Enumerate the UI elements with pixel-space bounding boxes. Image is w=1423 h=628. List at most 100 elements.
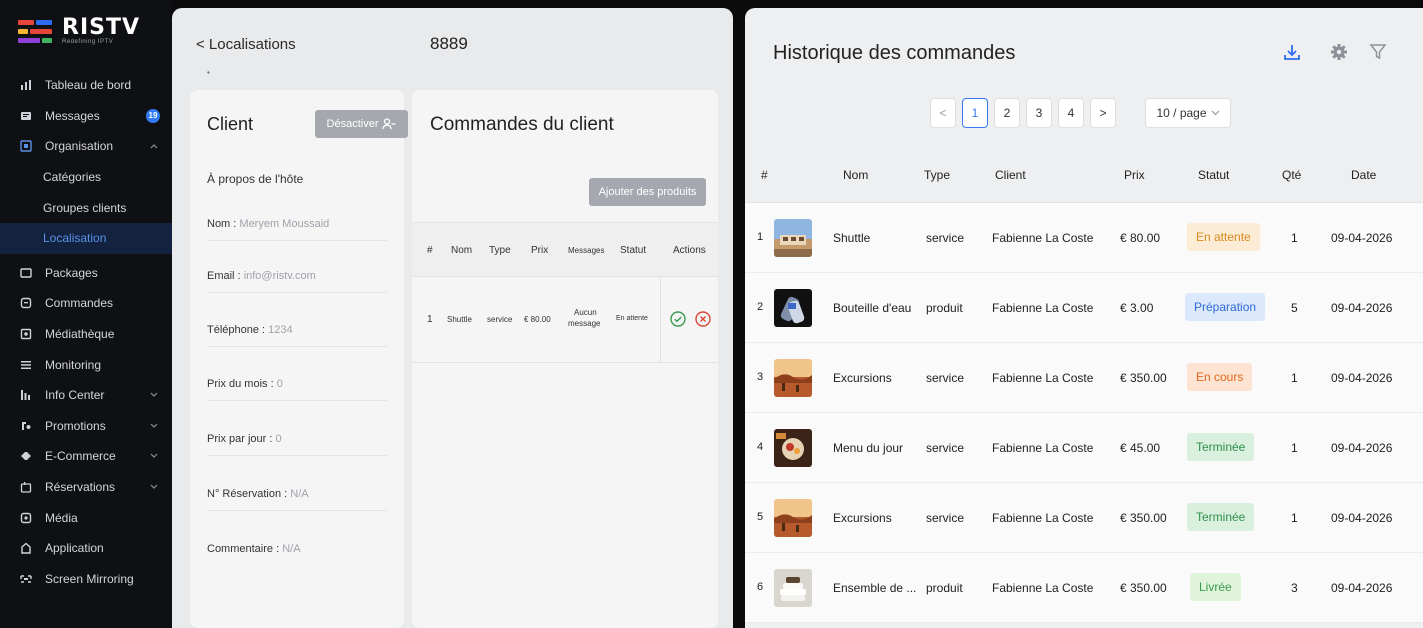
row-nom: Bouteille d'eau xyxy=(833,301,912,315)
reservations-icon xyxy=(20,481,32,493)
sidebar-item-monitoring[interactable]: Monitoring xyxy=(0,349,172,380)
row-date: 09-04-2026 xyxy=(1331,511,1393,525)
table-row[interactable]: 1 Shuttle service Fabienne La Coste € 80.00 E… xyxy=(745,203,1423,273)
sidebar-item-promotions[interactable]: Promotions xyxy=(0,411,172,442)
back-to-localisations-link[interactable]: < Localisations xyxy=(196,36,296,53)
sidebar: RISTV Redefining IPTV Tableau de bord Mes… xyxy=(0,0,172,628)
pagination-page-3[interactable]: 3 xyxy=(1026,98,1052,128)
row-qte: 1 xyxy=(1291,371,1298,385)
page-size-select[interactable]: 10 / page xyxy=(1145,98,1231,128)
deactivate-button[interactable]: Désactiver xyxy=(315,110,408,138)
row-type: service xyxy=(926,371,965,385)
order-history-title: Historique des commandes xyxy=(773,42,1016,64)
food-thumbnail xyxy=(774,429,812,467)
table-row[interactable]: 6 Ensemble de ... produit Fabienne La Coste… xyxy=(745,553,1423,623)
sidebar-item-categories[interactable]: Catégories xyxy=(0,162,172,193)
sidebar-item-label: Promotions xyxy=(45,418,106,433)
table-row[interactable]: 1 Shuttle service € 80.00 Aucun message … xyxy=(412,277,718,363)
sidebar-item-groupes-clients[interactable]: Groupes clients xyxy=(0,192,172,223)
row-client: Fabienne La Coste xyxy=(992,441,1094,455)
sidebar-item-reservations[interactable]: Réservations xyxy=(0,472,172,503)
row-statut: En attente xyxy=(616,315,648,322)
sidebar-item-packages[interactable]: Packages xyxy=(0,258,172,289)
pagination-next-button[interactable]: > xyxy=(1090,98,1116,128)
row-prix: € 3.00 xyxy=(1120,301,1154,315)
order-id: 8889 xyxy=(430,34,468,53)
brand-logo[interactable]: RISTV Redefining IPTV xyxy=(18,15,141,46)
row-num: 4 xyxy=(757,441,764,453)
row-prix: € 45.00 xyxy=(1120,441,1161,455)
col-actions: Actions xyxy=(673,245,706,256)
sidebar-item-commandes[interactable]: Commandes xyxy=(0,288,172,319)
reject-close-icon[interactable] xyxy=(695,311,711,327)
sidebar-item-organisation[interactable]: Organisation xyxy=(0,131,172,162)
row-client: Fabienne La Coste xyxy=(992,581,1094,595)
col-client: Client xyxy=(995,168,1026,182)
sidebar-item-label: Monitoring xyxy=(45,357,102,372)
table-row[interactable]: 3 Excursions service Fabienne La Coste € 350… xyxy=(745,343,1423,413)
add-products-button[interactable]: Ajouter des produits xyxy=(589,178,706,206)
client-card: Client Désactiver À propos de l'hôte Nom… xyxy=(190,90,408,628)
pagination-page-4[interactable]: 4 xyxy=(1058,98,1084,128)
sidebar-item-application[interactable]: Application xyxy=(0,533,172,564)
sidebar-item-localisation[interactable]: Localisation xyxy=(0,222,172,254)
client-field: Téléphone : 1234 xyxy=(207,324,387,347)
sidebar-item-label: Packages xyxy=(45,265,98,280)
separator-dot: • xyxy=(207,68,210,77)
row-prix: € 350.00 xyxy=(1120,511,1167,525)
pagination-prev-button[interactable]: < xyxy=(930,98,956,128)
sidebar-item-label: Info Center xyxy=(45,388,105,403)
download-icon[interactable] xyxy=(1282,42,1302,62)
row-nom: Shuttle xyxy=(447,315,472,324)
mediatheque-icon xyxy=(20,328,32,340)
sidebar-item-mediatheque[interactable]: Médiathèque xyxy=(0,319,172,350)
sidebar-item-label: Application xyxy=(45,541,104,556)
client-field-label: Prix par jour : xyxy=(207,433,276,445)
client-field-label: Prix du mois : xyxy=(207,378,277,390)
filter-icon[interactable] xyxy=(1368,42,1388,62)
row-qte: 5 xyxy=(1291,301,1298,315)
row-nom: Menu du jour xyxy=(833,441,904,455)
status-badge: Terminée xyxy=(1187,503,1255,531)
client-field-value: 0 xyxy=(276,378,283,390)
sidebar-item-tableau-de-bord[interactable]: Tableau de bord xyxy=(0,70,172,101)
row-messages-line1: Aucun xyxy=(574,308,597,317)
table-row[interactable]: 4 Menu du jour service Fabienne La Coste € 4… xyxy=(745,413,1423,483)
row-type: service xyxy=(926,511,965,525)
sidebar-item-screen-mirroring[interactable]: Screen Mirroring xyxy=(0,564,172,595)
table-row[interactable]: 2 Bouteille d'eau produit Fabienne La Coste… xyxy=(745,273,1423,343)
row-date: 09-04-2026 xyxy=(1331,371,1393,385)
col-num: # xyxy=(427,245,433,256)
client-field: N° Réservation : N/A xyxy=(207,488,387,511)
client-field-value: Meryem Moussaid xyxy=(239,218,330,230)
row-type: service xyxy=(487,315,513,324)
promotions-icon xyxy=(20,420,32,432)
chevron-down-icon xyxy=(150,451,158,461)
col-type: Type xyxy=(924,168,951,182)
table-row[interactable]: 5 Excursions service Fabienne La Coste € 350… xyxy=(745,483,1423,553)
pagination-page-1[interactable]: 1 xyxy=(962,98,988,128)
row-type: service xyxy=(926,441,965,455)
about-host-heading: À propos de l'hôte xyxy=(207,172,304,186)
client-field-value: N/A xyxy=(290,488,309,500)
screen-mirroring-icon xyxy=(20,573,32,585)
settings-icon[interactable] xyxy=(1329,42,1349,62)
status-badge: En attente xyxy=(1187,223,1260,251)
bottle-thumbnail xyxy=(774,289,812,327)
pagination-page-2[interactable]: 2 xyxy=(994,98,1020,128)
sidebar-item-messages[interactable]: Messages 19 xyxy=(0,101,172,132)
row-date: 09-04-2026 xyxy=(1331,441,1393,455)
row-client: Fabienne La Coste xyxy=(992,301,1094,315)
chevron-down-icon xyxy=(1211,110,1219,116)
row-date: 09-04-2026 xyxy=(1331,301,1393,315)
sidebar-item-media[interactable]: Média xyxy=(0,502,172,533)
row-nom: Excursions xyxy=(833,511,892,525)
client-orders-card: Commandes du client Ajouter des produits… xyxy=(412,90,718,628)
sidebar-item-info-center[interactable]: Info Center xyxy=(0,380,172,411)
sidebar-item-e-commerce[interactable]: E-Commerce xyxy=(0,441,172,472)
row-nom: Ensemble de ... xyxy=(833,581,917,595)
client-title: Client xyxy=(207,114,254,134)
brand-name: RISTV xyxy=(62,15,141,40)
sidebar-nav: Tableau de bord Messages 19 Organisation Cat… xyxy=(0,70,172,594)
accept-check-icon[interactable] xyxy=(670,311,686,327)
